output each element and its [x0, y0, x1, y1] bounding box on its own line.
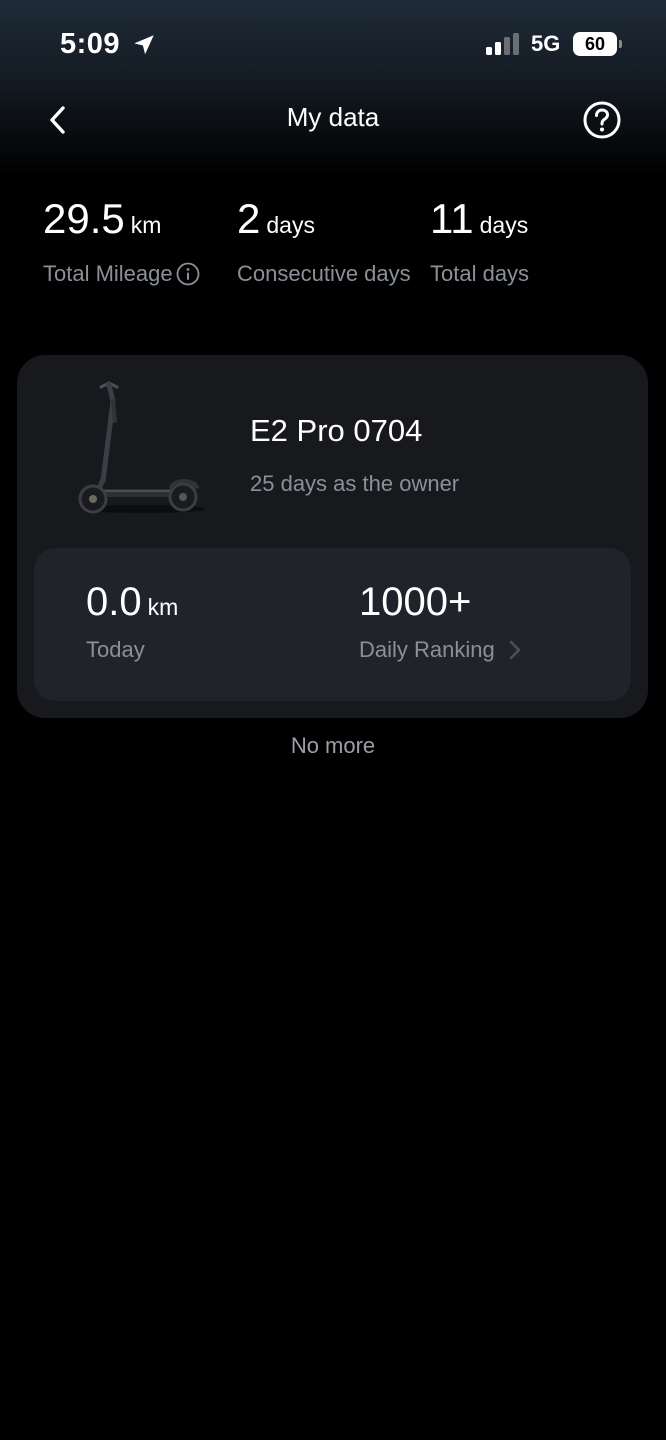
daily-ranking-value: 1000+ [359, 580, 472, 624]
daily-ranking-label: Daily Ranking [359, 637, 495, 662]
no-more-text: No more [290, 733, 376, 758]
consecutive-days-unit: days [266, 212, 315, 238]
total-mileage-value: 29.5 [43, 195, 125, 242]
ride-summary-panel: 0.0 km Today 1000+ Daily Ranking [34, 548, 631, 701]
today-distance-stat: 0.0 km Today [86, 580, 178, 663]
ranking-value-row: 1000+ [359, 580, 523, 625]
total-days-unit: days [479, 212, 529, 238]
help-button[interactable] [580, 98, 624, 142]
location-arrow-icon [134, 35, 154, 55]
consecutive-days-value: 2 [237, 195, 261, 242]
total-days-value-row: 11 days [430, 195, 630, 243]
today-distance-value: 0.0 [86, 580, 142, 624]
status-bar: 5:09 5G 60 [0, 0, 666, 90]
daily-ranking-label-row: Daily Ranking [359, 637, 523, 663]
chevron-right-icon [509, 640, 521, 660]
total-days-label: Total days [430, 261, 530, 286]
status-time: 5:09 [60, 28, 121, 60]
total-days-stat: 11 days Total days [430, 195, 630, 291]
vehicle-card[interactable]: E2 Pro 0704 25 days as the owner 0.0 km T… [17, 355, 648, 718]
today-value-row: 0.0 km [86, 580, 178, 625]
question-circle-icon [583, 101, 621, 139]
signal-strength-icon [486, 33, 519, 55]
today-distance-unit: km [147, 594, 179, 620]
consecutive-days-stat: 2 days Consecutive days [237, 195, 412, 291]
page-title: My data [286, 102, 380, 132]
total-mileage-label-row: Total Mileage [43, 257, 233, 291]
info-icon[interactable] [176, 262, 200, 286]
today-label: Today [86, 637, 145, 662]
total-mileage-label: Total Mileage [43, 261, 173, 286]
daily-ranking-button[interactable]: 1000+ Daily Ranking [359, 580, 523, 663]
my-data-screen: 5:09 5G 60 My data 29.5 km Total Mileage… [0, 0, 666, 1440]
battery-indicator: 60 [573, 32, 617, 56]
scooter-image [78, 381, 205, 514]
network-type: 5G [531, 31, 561, 56]
consecutive-days-value-row: 2 days [237, 195, 412, 243]
total-mileage-unit: km [130, 212, 162, 238]
battery-tip [619, 40, 622, 48]
ownership-duration: 25 days as the owner [250, 471, 460, 496]
total-mileage-value-row: 29.5 km [43, 195, 233, 243]
total-mileage-stat: 29.5 km Total Mileage [43, 195, 233, 291]
vehicle-name: E2 Pro 0704 [250, 413, 423, 448]
total-days-value: 11 [430, 195, 474, 242]
consecutive-days-label: Consecutive days [237, 261, 411, 286]
